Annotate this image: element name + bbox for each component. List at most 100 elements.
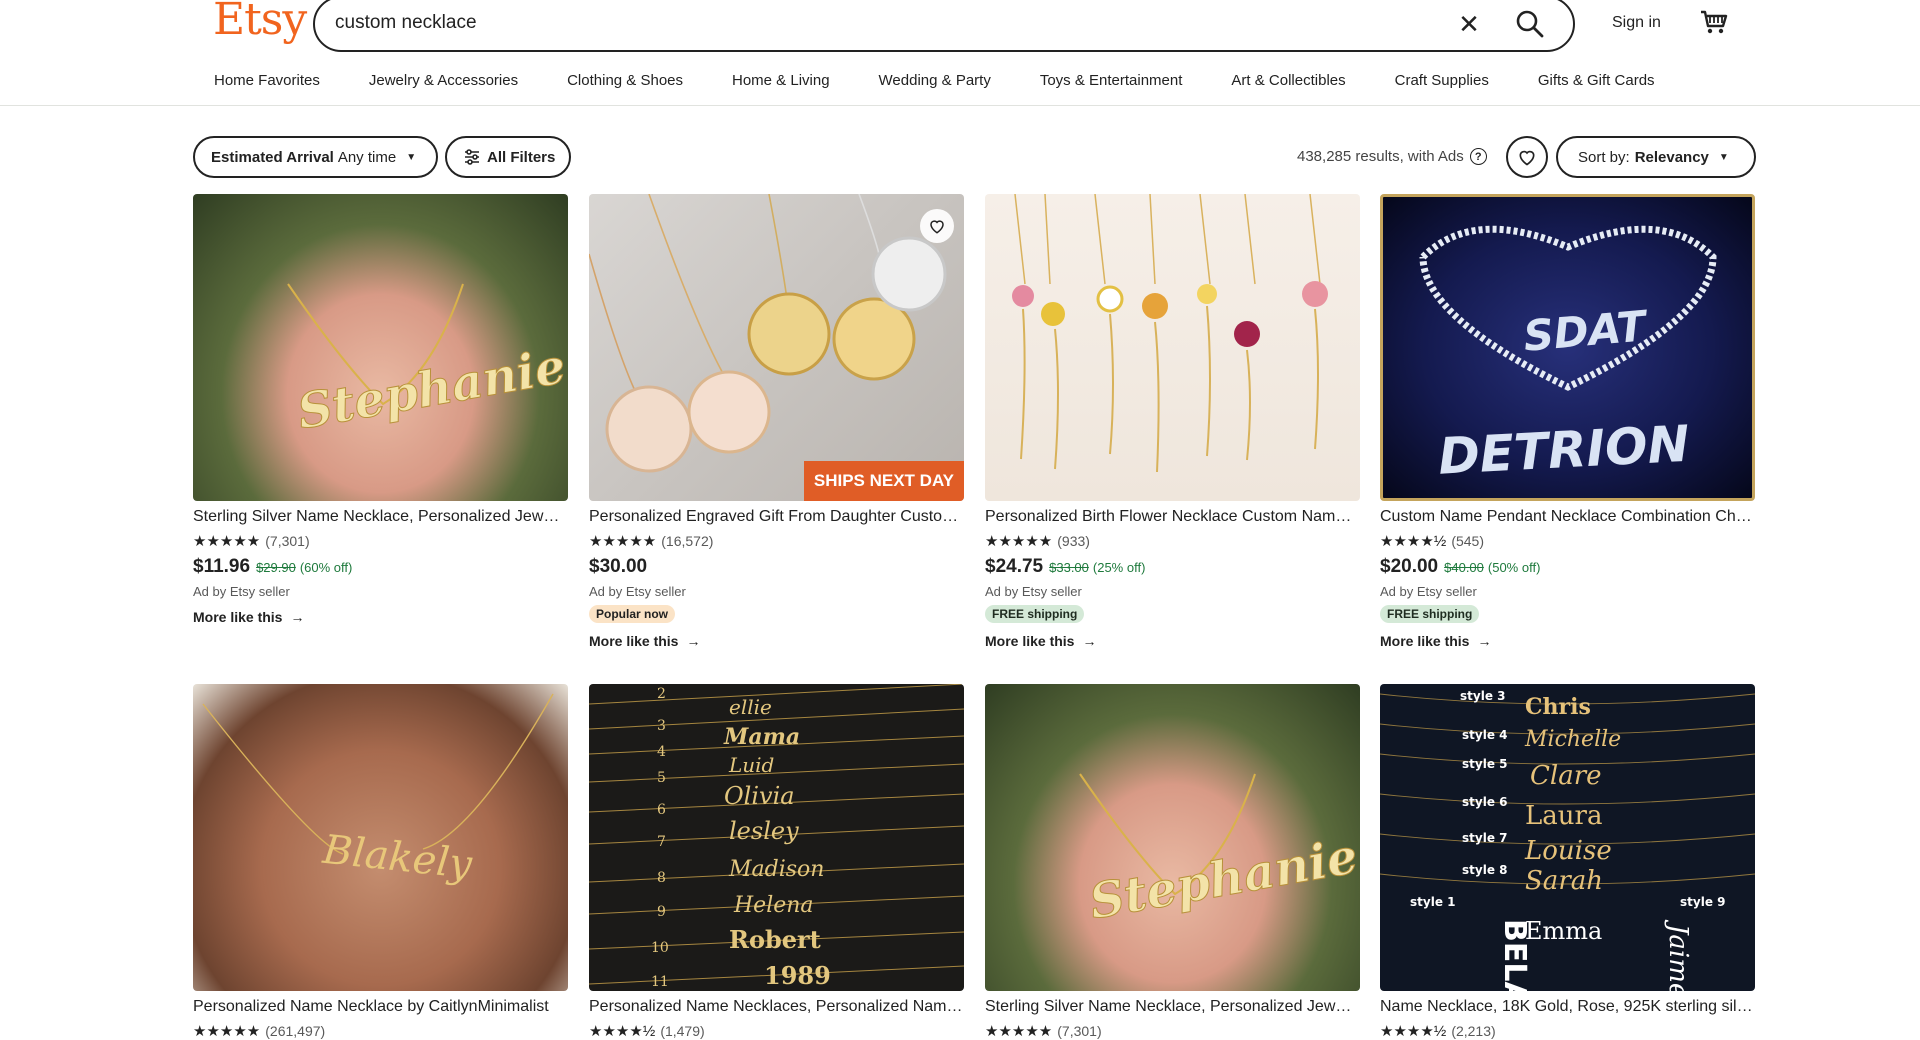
estimated-arrival-dropdown[interactable]: Estimated Arrival Any time ▼ bbox=[193, 136, 438, 178]
nav-home-living[interactable]: Home & Living bbox=[732, 72, 830, 89]
nav-art[interactable]: Art & Collectibles bbox=[1231, 72, 1345, 89]
listing-image[interactable]: style 3 style 4 style 5 style 6 style 7 styl… bbox=[1380, 684, 1755, 991]
original-price: $29.90 bbox=[256, 560, 296, 575]
sale-price: $30.00 bbox=[589, 556, 648, 577]
search-input[interactable] bbox=[335, 8, 1435, 38]
save-search-heart-icon[interactable] bbox=[1506, 136, 1548, 178]
listing-image[interactable]: SHIPS NEXT DAY bbox=[589, 194, 964, 501]
search-bar[interactable]: ✕ bbox=[313, 0, 1575, 52]
search-icon[interactable] bbox=[1513, 7, 1547, 41]
caret-down-icon: ▼ bbox=[406, 151, 417, 163]
listing-image[interactable]: SDAT DETRION bbox=[1380, 194, 1755, 501]
review-count: (933) bbox=[1057, 533, 1090, 549]
listing-image[interactable]: Blakely bbox=[193, 684, 568, 991]
svg-text:8: 8 bbox=[657, 870, 666, 886]
star-rating-icon: ★★★★★ bbox=[589, 533, 657, 550]
svg-text:Robert: Robert bbox=[729, 925, 821, 954]
listing-card[interactable]: Stephanie Sterling Silver Name Necklace,… bbox=[985, 684, 1360, 1040]
review-count: (1,479) bbox=[660, 1023, 705, 1039]
review-count: (7,301) bbox=[1057, 1023, 1102, 1039]
svg-text:Madison: Madison bbox=[728, 857, 824, 882]
svg-text:style 3: style 3 bbox=[1460, 689, 1505, 703]
svg-text:style 4: style 4 bbox=[1462, 728, 1507, 742]
svg-text:1989: 1989 bbox=[764, 961, 831, 990]
listing-card[interactable]: Personalized Birth Flower Necklace Custo… bbox=[985, 194, 1360, 649]
all-filters-button[interactable]: All Filters bbox=[445, 136, 571, 178]
discount: (25% off) bbox=[1092, 560, 1146, 575]
results-text: 438,285 results, with Ads bbox=[1297, 148, 1464, 165]
svg-text:Olivia: Olivia bbox=[724, 782, 795, 810]
arrow-right-icon: → bbox=[1082, 633, 1097, 649]
listing-title[interactable]: Personalized Name Necklace by CaitlynMin… bbox=[193, 998, 568, 1016]
star-rating-icon: ★★★★★ bbox=[985, 1023, 1053, 1040]
category-nav: Home Favorites Jewelry & Accessories Clo… bbox=[214, 72, 1704, 89]
rating: ★★★★★ (261,497) bbox=[193, 1022, 568, 1040]
rating: ★★★★½ (2,213) bbox=[1380, 1022, 1755, 1040]
sort-label: Sort by: bbox=[1578, 148, 1630, 166]
svg-text:6: 6 bbox=[657, 802, 666, 818]
results-count: 438,285 results, with Ads ? bbox=[1297, 148, 1487, 165]
more-like-this-link[interactable]: More like this → bbox=[193, 609, 568, 625]
sale-price: $24.75 bbox=[985, 556, 1044, 577]
sort-dropdown[interactable]: Sort by: Relevancy ▼ bbox=[1556, 136, 1756, 178]
listing-card[interactable]: 2 ellie 3 Mama 4 Luid 5 Olivia 6 lesley 7 Madi… bbox=[589, 684, 964, 1040]
star-rating-icon: ★★★★½ bbox=[589, 1023, 656, 1040]
nav-home-favorites[interactable]: Home Favorites bbox=[214, 72, 320, 89]
price-row: $30.00 bbox=[589, 556, 964, 578]
more-like-this-link[interactable]: More like this → bbox=[985, 633, 1360, 649]
listing-image[interactable]: Stephanie bbox=[193, 194, 568, 501]
sign-in-link[interactable]: Sign in bbox=[1612, 14, 1661, 32]
rating: ★★★★½ (545) bbox=[1380, 532, 1755, 550]
sort-value: Relevancy bbox=[1634, 148, 1709, 166]
cart-icon[interactable] bbox=[1698, 6, 1730, 38]
sliders-icon bbox=[465, 149, 479, 165]
price-row: $11.96 $29.90 (60% off) bbox=[193, 556, 568, 578]
svg-text:ellie: ellie bbox=[729, 695, 772, 719]
listing-image[interactable]: 2 ellie 3 Mama 4 Luid 5 Olivia 6 lesley 7 Madi… bbox=[589, 684, 964, 991]
svg-text:Blakely: Blakely bbox=[320, 827, 476, 889]
arrow-right-icon: → bbox=[290, 609, 305, 625]
listing-image[interactable] bbox=[985, 194, 1360, 501]
listing-title[interactable]: Personalized Birth Flower Necklace Custo… bbox=[985, 508, 1360, 526]
rating: ★★★★★ (933) bbox=[985, 532, 1360, 550]
nav-wedding[interactable]: Wedding & Party bbox=[879, 72, 991, 89]
rating: ★★★★★ (7,301) bbox=[985, 1022, 1360, 1040]
more-like-this-label: More like this bbox=[1380, 633, 1470, 649]
etsy-logo[interactable]: Etsy bbox=[213, 0, 307, 45]
sale-price: $20.00 bbox=[1380, 556, 1439, 577]
listing-card[interactable]: SHIPS NEXT DAY Personalized Engraved Gif… bbox=[589, 194, 964, 649]
listing-title[interactable]: Personalized Name Necklaces, Personalize… bbox=[589, 998, 964, 1016]
svg-text:Emma: Emma bbox=[1525, 917, 1602, 945]
listing-card[interactable]: Blakely Personalized Name Necklace by Ca… bbox=[193, 684, 568, 1040]
clear-search-icon[interactable]: ✕ bbox=[1453, 8, 1485, 40]
listing-title[interactable]: Personalized Engraved Gift From Daughter… bbox=[589, 508, 964, 526]
more-like-this-label: More like this bbox=[589, 633, 679, 649]
listing-title[interactable]: Name Necklace, 18K Gold, Rose, 925K ster… bbox=[1380, 998, 1755, 1016]
listing-card[interactable]: SDAT DETRION Custom Name Pendant Necklac… bbox=[1380, 194, 1755, 649]
arrival-value: Any time bbox=[337, 148, 397, 166]
help-icon[interactable]: ? bbox=[1469, 148, 1487, 165]
favorite-heart-icon[interactable] bbox=[920, 209, 954, 243]
original-price: $33.00 bbox=[1049, 560, 1089, 575]
nav-craft[interactable]: Craft Supplies bbox=[1395, 72, 1489, 89]
listing-title[interactable]: Custom Name Pendant Necklace Combination… bbox=[1380, 508, 1755, 526]
more-like-this-link[interactable]: More like this → bbox=[1380, 633, 1755, 649]
more-like-this-link[interactable]: More like this → bbox=[589, 633, 964, 649]
listing-image[interactable]: Stephanie bbox=[985, 684, 1360, 991]
listing-title[interactable]: Sterling Silver Name Necklace, Personali… bbox=[985, 998, 1360, 1016]
listing-card[interactable]: Stephanie Sterling Silver Name Necklace,… bbox=[193, 194, 568, 625]
listing-card[interactable]: style 3 style 4 style 5 style 6 style 7 styl… bbox=[1380, 684, 1755, 1040]
ad-label: Ad by Etsy seller bbox=[193, 584, 290, 599]
ad-label: Ad by Etsy seller bbox=[589, 584, 686, 599]
listing-title[interactable]: Sterling Silver Name Necklace, Personali… bbox=[193, 508, 568, 526]
svg-text:Jaime: Jaime bbox=[1663, 919, 1693, 991]
nav-clothing[interactable]: Clothing & Shoes bbox=[567, 72, 683, 89]
nav-gifts[interactable]: Gifts & Gift Cards bbox=[1538, 72, 1655, 89]
review-count: (545) bbox=[1451, 533, 1484, 549]
svg-text:SDAT: SDAT bbox=[1522, 301, 1651, 361]
nav-toys[interactable]: Toys & Entertainment bbox=[1040, 72, 1183, 89]
more-like-this-label: More like this bbox=[985, 633, 1075, 649]
nav-jewelry[interactable]: Jewelry & Accessories bbox=[369, 72, 518, 89]
svg-text:Luid: Luid bbox=[728, 753, 774, 777]
arrow-right-icon: → bbox=[1477, 633, 1492, 649]
